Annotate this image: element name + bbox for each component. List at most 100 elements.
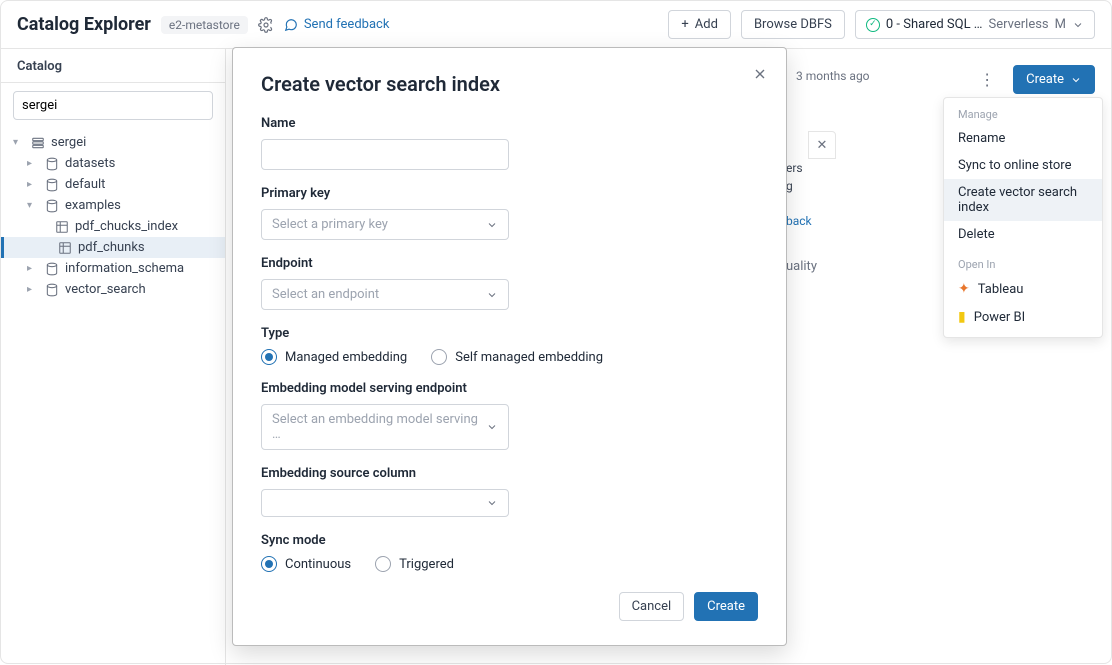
feedback-link-fragment[interactable]: back (786, 214, 812, 228)
settings-button[interactable] (258, 17, 274, 33)
tree-schema-datasets[interactable]: ▸ datasets (1, 153, 225, 174)
embedding-column-label: Embedding source column (261, 466, 758, 481)
tree-schema-examples[interactable]: ▾ examples (1, 195, 225, 216)
chevron-right-icon: ▸ (27, 263, 39, 274)
tree-label: pdf_chucks_index (75, 219, 178, 234)
type-self-radio[interactable]: Self managed embedding (431, 349, 603, 365)
catalog-sidebar: Catalog ▾ sergei ▸ datasets ▸ default ▾ (1, 49, 226, 665)
close-icon (752, 66, 768, 82)
chevron-right-icon: ▸ (27, 284, 39, 295)
sidebar-header: Catalog (1, 49, 225, 83)
radio-unchecked-icon (431, 349, 447, 365)
browse-dbfs-button[interactable]: Browse DBFS (741, 10, 845, 39)
sync-triggered-radio[interactable]: Triggered (375, 556, 454, 572)
cluster-selector[interactable]: 0 - Shared SQL … Serverless M (855, 10, 1095, 39)
catalog-icon (31, 136, 45, 150)
chat-icon (284, 18, 298, 32)
status-check-icon (866, 18, 880, 32)
send-feedback-link[interactable]: Send feedback (284, 17, 390, 32)
plus-icon: + (681, 17, 688, 32)
browse-dbfs-label: Browse DBFS (754, 17, 832, 32)
last-modified-timestamp: 3 months ago (796, 69, 870, 83)
tree-root-label: sergei (51, 135, 86, 150)
primary-key-label: Primary key (261, 186, 758, 201)
embedding-endpoint-label: Embedding model serving endpoint (261, 381, 758, 396)
add-button[interactable]: + Add (668, 10, 731, 39)
info-card-close-button[interactable]: ✕ (808, 131, 836, 159)
tree-schema-default[interactable]: ▸ default (1, 174, 225, 195)
menu-header-manage: Manage (944, 104, 1102, 125)
serverless-label: Serverless (989, 17, 1049, 32)
radio-unchecked-icon (375, 556, 391, 572)
chevron-down-icon (486, 497, 498, 509)
cluster-name: 0 - Shared SQL … (886, 17, 983, 32)
primary-key-placeholder: Select a primary key (272, 217, 388, 232)
tree-table-pdf-chucks-index[interactable]: pdf_chucks_index (1, 216, 225, 237)
create-dropdown-menu: Manage Rename Sync to online store Creat… (943, 97, 1103, 338)
tree-label: pdf_chunks (78, 240, 145, 255)
schema-icon (45, 199, 59, 213)
primary-key-select[interactable]: Select a primary key (261, 209, 509, 240)
close-icon: ✕ (817, 138, 828, 153)
create-label: Create (1026, 72, 1064, 87)
embedding-endpoint-placeholder: Select an embedding model serving … (272, 412, 486, 442)
gear-icon (258, 17, 274, 33)
menu-header-open-in: Open In (944, 254, 1102, 275)
schema-icon (45, 178, 59, 192)
cancel-button[interactable]: Cancel (619, 592, 685, 621)
tree-label: vector_search (65, 282, 146, 297)
type-managed-radio[interactable]: Managed embedding (261, 349, 407, 365)
tree-schema-information-schema[interactable]: ▸ information_schema (1, 258, 225, 279)
chevron-down-icon: ▾ (13, 137, 25, 148)
sync-triggered-label: Triggered (399, 557, 454, 572)
embedding-column-select[interactable] (261, 489, 509, 517)
schema-icon (45, 157, 59, 171)
catalog-search-input[interactable] (13, 91, 213, 120)
metastore-pill[interactable]: e2-metastore (161, 16, 248, 34)
more-actions-button[interactable]: ⋮ (971, 66, 1003, 93)
modal-title: Create vector search index (261, 72, 758, 96)
tree-schema-vector-search[interactable]: ▸ vector_search (1, 279, 225, 300)
chevron-right-icon: ▸ (27, 179, 39, 190)
menu-item-delete[interactable]: Delete (944, 221, 1102, 248)
sync-continuous-label: Continuous (285, 557, 351, 572)
embedding-endpoint-select[interactable]: Select an embedding model serving … (261, 404, 509, 450)
type-label: Type (261, 326, 758, 341)
tableau-icon: ✦ (958, 281, 970, 297)
name-input[interactable] (261, 139, 509, 170)
radio-checked-icon (261, 556, 277, 572)
chevron-down-icon (1072, 19, 1084, 31)
header-bar: Catalog Explorer e2-metastore Send feedb… (1, 1, 1111, 49)
table-icon (55, 220, 69, 234)
tree-label: default (65, 177, 105, 192)
chevron-down-icon: ▾ (27, 200, 39, 211)
menu-item-sync[interactable]: Sync to online store (944, 152, 1102, 179)
chevron-down-icon (486, 289, 498, 301)
endpoint-placeholder: Select an endpoint (272, 287, 379, 302)
tree-label: examples (65, 198, 121, 213)
chevron-down-icon (486, 219, 498, 231)
menu-item-create-vector-index[interactable]: Create vector search index (944, 179, 1102, 221)
chevron-down-icon (486, 421, 498, 433)
tree-table-pdf-chunks[interactable]: pdf_chunks (1, 237, 225, 258)
send-feedback-label: Send feedback (304, 17, 390, 32)
modal-close-button[interactable] (752, 66, 768, 82)
tree-root[interactable]: ▾ sergei (1, 132, 225, 153)
menu-item-tableau[interactable]: ✦ Tableau (944, 275, 1102, 303)
type-managed-label: Managed embedding (285, 350, 407, 365)
menu-item-powerbi[interactable]: ▮ Power BI (944, 303, 1102, 331)
mode-label: M (1055, 17, 1066, 32)
schema-icon (45, 262, 59, 276)
menu-item-rename[interactable]: Rename (944, 125, 1102, 152)
tree-label: information_schema (65, 261, 184, 276)
page-title: Catalog Explorer (17, 14, 151, 35)
tree-label: datasets (65, 156, 115, 171)
info-card-fragment: ers g (786, 159, 803, 195)
modal-create-button[interactable]: Create (694, 592, 758, 621)
endpoint-select[interactable]: Select an endpoint (261, 279, 509, 310)
endpoint-label: Endpoint (261, 256, 758, 271)
sync-continuous-radio[interactable]: Continuous (261, 556, 351, 572)
kebab-icon: ⋮ (979, 70, 995, 89)
add-label: Add (695, 17, 718, 32)
create-button[interactable]: Create (1013, 65, 1095, 94)
